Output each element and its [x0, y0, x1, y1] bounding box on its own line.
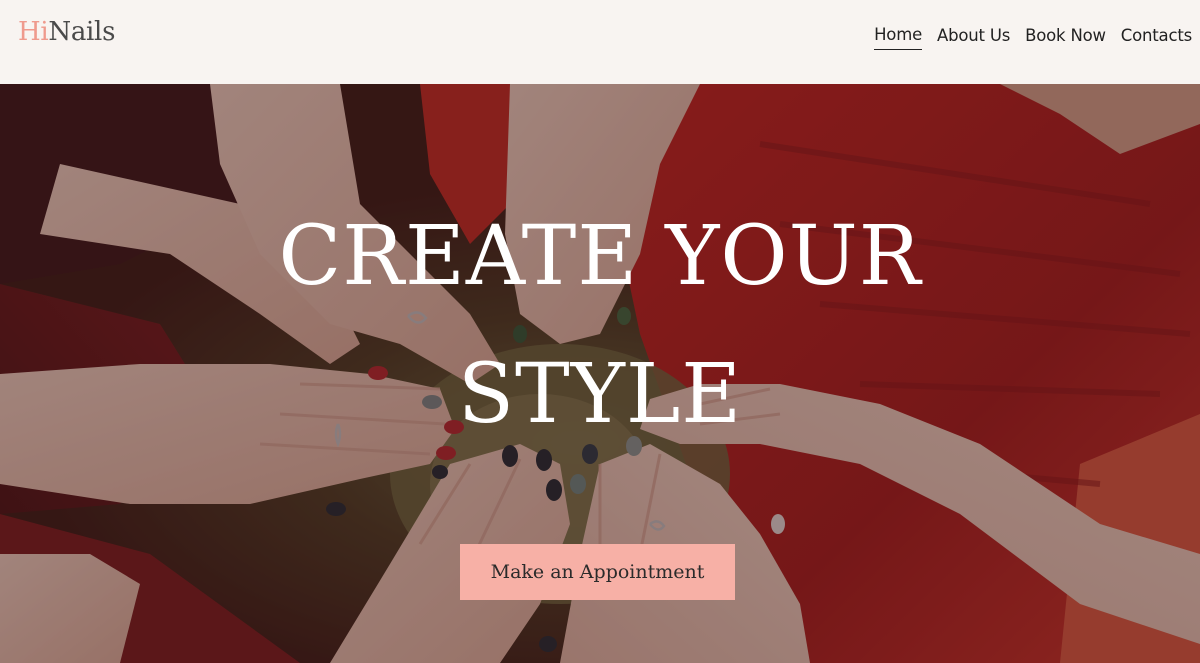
nav-item-book-now[interactable]: Book Now: [1025, 23, 1106, 50]
brand-logo-prefix: Hi: [18, 17, 49, 47]
hero-title-line-1: CREATE YOUR: [278, 209, 922, 304]
nav-item-about-us[interactable]: About Us: [937, 23, 1010, 50]
nav-item-contacts[interactable]: Contacts: [1121, 23, 1192, 50]
hero-title: CREATE YOUR STYLE: [150, 188, 1050, 464]
make-appointment-button[interactable]: Make an Appointment: [460, 544, 735, 600]
brand-logo-suffix: Nails: [48, 17, 116, 47]
nav-item-home[interactable]: Home: [874, 22, 922, 50]
main-nav: Home About Us Book Now Contacts: [874, 22, 1192, 50]
brand-logo[interactable]: HiNails: [18, 14, 115, 50]
site-header: HiNails Home About Us Book Now Contacts: [0, 0, 1200, 84]
hero-title-line-2: STYLE: [457, 347, 743, 442]
hero-section: CREATE YOUR STYLE Make an Appointment: [0, 84, 1200, 663]
